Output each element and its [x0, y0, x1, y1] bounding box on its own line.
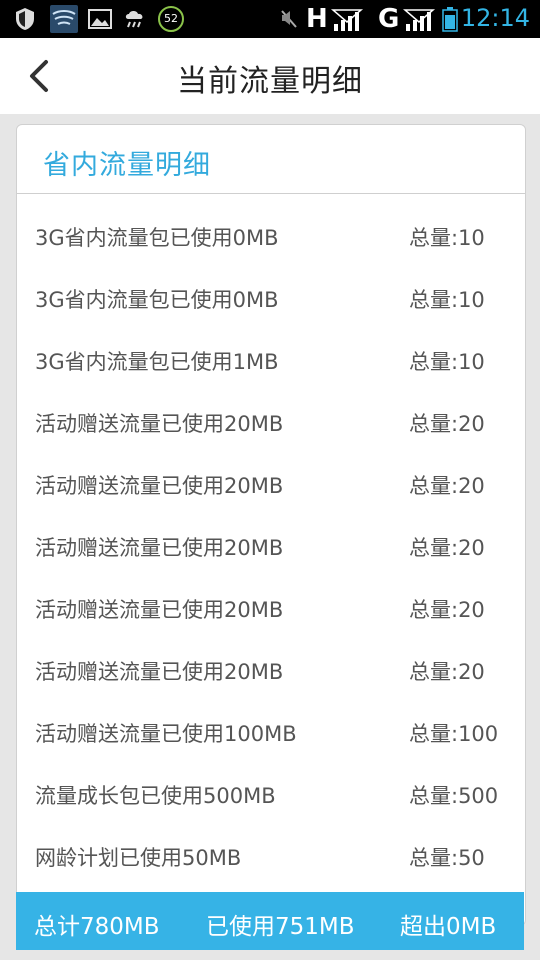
- list-item: 活动赠送流量已使用20MB 总量:20: [17, 576, 525, 638]
- list-item: 3G省内流量包已使用0MB 总量:10: [17, 266, 525, 328]
- image-icon: [88, 5, 112, 33]
- usage-total: 总量:50: [409, 846, 485, 870]
- mute-icon: [278, 5, 300, 33]
- divider: [17, 193, 525, 194]
- usage-label: 3G省内流量包已使用0MB: [35, 288, 279, 312]
- usage-total: 总量:10: [409, 350, 485, 374]
- usage-total: 总量:20: [409, 412, 485, 436]
- usage-label: 3G省内流量包已使用1MB: [35, 350, 279, 374]
- usage-label: 网龄计划已使用50MB: [35, 846, 242, 870]
- weather-icon: [122, 5, 148, 33]
- battery-icon: [442, 5, 458, 33]
- signal-icon: [330, 5, 364, 33]
- usage-total: 总量:10: [409, 288, 485, 312]
- usage-label: 活动赠送流量已使用20MB: [35, 660, 284, 684]
- usage-total: 总量:20: [409, 474, 485, 498]
- list-item: 活动赠送流量已使用20MB 总量:20: [17, 452, 525, 514]
- shield-icon: [14, 5, 36, 33]
- signal-icon: [402, 5, 436, 33]
- status-time: 12:14: [460, 4, 530, 32]
- list-item: 活动赠送流量已使用20MB 总量:20: [17, 638, 525, 700]
- usage-total: 总量:20: [409, 536, 485, 560]
- list-item: 3G省内流量包已使用0MB 总量:10: [17, 204, 525, 266]
- list-item: 流量成长包已使用500MB 总量:500: [17, 762, 525, 824]
- list-item: 活动赠送流量已使用100MB 总量:100: [17, 700, 525, 762]
- card-title: 省内流量明细: [43, 150, 211, 181]
- list-item: 活动赠送流量已使用20MB 总量:20: [17, 390, 525, 452]
- swirl-icon: [50, 5, 78, 33]
- notification-badge: 52: [158, 5, 184, 33]
- status-bar: 52 H G 12:14: [0, 0, 540, 38]
- summary-exceeded: 超出0MB: [400, 914, 497, 940]
- summary-total: 总计780MB: [34, 914, 160, 940]
- usage-label: 3G省内流量包已使用0MB: [35, 226, 279, 250]
- network-h-indicator: H: [306, 4, 328, 34]
- usage-label: 流量成长包已使用500MB: [35, 784, 276, 808]
- usage-total: 总量:10: [409, 226, 485, 250]
- usage-card: 省内流量明细 3G省内流量包已使用0MB 总量:10 3G省内流量包已使用0MB…: [16, 124, 526, 926]
- list-item: 活动赠送流量已使用20MB 总量:20: [17, 514, 525, 576]
- usage-label: 活动赠送流量已使用20MB: [35, 474, 284, 498]
- list-item: 网龄计划已使用50MB 总量:50: [17, 824, 525, 886]
- summary-used: 已使用751MB: [206, 914, 355, 940]
- network-g-indicator: G: [378, 4, 400, 34]
- page-title: 当前流量明细: [177, 64, 363, 99]
- usage-total: 总量:100: [409, 722, 499, 746]
- usage-total: 总量:500: [409, 784, 499, 808]
- usage-label: 活动赠送流量已使用20MB: [35, 412, 284, 436]
- usage-label: 活动赠送流量已使用20MB: [35, 598, 284, 622]
- summary-bar: 总计780MB 已使用751MB 超出0MB: [16, 892, 524, 950]
- usage-label: 活动赠送流量已使用100MB: [35, 722, 297, 746]
- list-item: 3G省内流量包已使用1MB 总量:10: [17, 328, 525, 390]
- usage-total: 总量:20: [409, 660, 485, 684]
- app-header: 当前流量明细: [0, 38, 540, 114]
- usage-total: 总量:20: [409, 598, 485, 622]
- usage-label: 活动赠送流量已使用20MB: [35, 536, 284, 560]
